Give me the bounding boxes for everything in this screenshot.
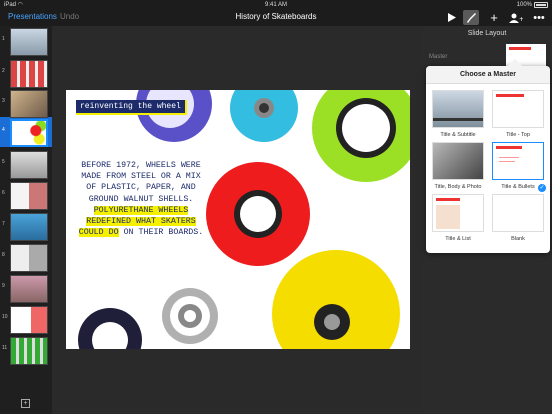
play-icon[interactable] bbox=[445, 10, 459, 25]
layout-label: Title & Bullets bbox=[501, 184, 535, 190]
layout-title-top[interactable]: Title - Top bbox=[492, 90, 544, 138]
battery-percent: 100% bbox=[516, 1, 532, 8]
layout-label: Title - Top bbox=[506, 132, 530, 138]
slide-number: 6 bbox=[2, 190, 5, 196]
battery-icon bbox=[534, 1, 548, 8]
slide-navigator: 1 2 3 4 5 6 7 8 9 10 11 + bbox=[0, 26, 52, 414]
slide-thumbnail-8[interactable] bbox=[10, 244, 48, 272]
slide-title-banner: reinventing the wheel bbox=[76, 100, 187, 115]
slide-thumbnail-2[interactable] bbox=[10, 60, 48, 88]
slide-thumbnail-7[interactable] bbox=[10, 213, 48, 241]
more-icon[interactable]: ••• bbox=[532, 10, 546, 25]
add-icon[interactable]: + bbox=[487, 10, 501, 25]
slide-number: 1 bbox=[2, 36, 5, 42]
status-bar: iPad ◠ 9:41 AM 100% bbox=[0, 0, 552, 9]
slide-thumbnail-3[interactable] bbox=[10, 90, 48, 118]
layout-label: Title, Body & Photo bbox=[434, 184, 482, 190]
layout-title-bullets[interactable]: ✓ Title & Bullets bbox=[492, 142, 546, 192]
layout-thumbnail bbox=[432, 90, 484, 128]
body-text-tail: ON THEIR BOARDS. bbox=[123, 228, 204, 238]
master-label: Master bbox=[429, 54, 448, 60]
slide-thumbnail-11[interactable] bbox=[10, 337, 48, 365]
selected-check-icon: ✓ bbox=[538, 184, 546, 192]
popover-title: Choose a Master bbox=[426, 66, 550, 84]
layout-thumbnail bbox=[432, 194, 484, 232]
slide-number: 2 bbox=[2, 68, 5, 74]
slide-number: 5 bbox=[2, 159, 5, 165]
layout-title-body-photo[interactable]: Title, Body & Photo bbox=[432, 142, 484, 190]
layout-label: Title & Subtitle bbox=[440, 132, 476, 138]
layout-thumbnail bbox=[492, 194, 544, 232]
slide-number: 7 bbox=[2, 221, 5, 227]
slide-number: 9 bbox=[2, 283, 5, 289]
current-slide[interactable]: reinventing the wheel BEFORE 1972, WHEEL… bbox=[66, 90, 410, 349]
layout-thumbnail bbox=[432, 142, 484, 180]
slide-thumbnail-10[interactable] bbox=[10, 306, 48, 334]
format-brush-icon[interactable] bbox=[463, 10, 479, 25]
slide-body-text: BEFORE 1972, WHEELS WERE MADE FROM STEEL… bbox=[76, 160, 206, 238]
layout-thumbnail bbox=[492, 90, 544, 128]
slide-thumbnail-6[interactable] bbox=[10, 182, 48, 210]
svg-text:+: + bbox=[519, 16, 523, 23]
add-slide-button[interactable]: + bbox=[21, 399, 30, 408]
body-text-plain: BEFORE 1972, WHEELS WERE MADE FROM STEEL… bbox=[81, 161, 201, 204]
battery-indicator: 100% bbox=[516, 1, 548, 8]
toolbar: Presentations Undo History of Skateboard… bbox=[0, 9, 552, 26]
slide-thumbnail-9[interactable] bbox=[10, 275, 48, 303]
layout-label: Title & List bbox=[445, 236, 471, 242]
panel-title: Slide Layout bbox=[467, 30, 507, 37]
slide-thumbnail-1[interactable] bbox=[10, 28, 48, 56]
slide-number: 11 bbox=[2, 345, 8, 351]
choose-master-popover: Choose a Master Title & Subtitle Title -… bbox=[426, 66, 550, 253]
slide-number: 8 bbox=[2, 252, 5, 258]
layout-thumbnail bbox=[492, 142, 544, 180]
layout-label: Blank bbox=[511, 236, 525, 242]
layout-blank[interactable]: Blank bbox=[492, 194, 544, 242]
status-time: 9:41 AM bbox=[264, 1, 287, 8]
slide-number: 10 bbox=[2, 314, 8, 320]
slide-canvas-area: reinventing the wheel BEFORE 1972, WHEEL… bbox=[52, 26, 422, 414]
slide-thumbnail-5[interactable] bbox=[10, 151, 48, 179]
layout-title-list[interactable]: Title & List bbox=[432, 194, 484, 242]
layout-title-subtitle[interactable]: Title & Subtitle bbox=[432, 90, 484, 138]
slide-number: 3 bbox=[2, 98, 5, 104]
slide-thumbnail-4[interactable] bbox=[10, 119, 48, 147]
slide-number: 4 bbox=[2, 127, 5, 133]
collaborate-icon[interactable]: + bbox=[508, 10, 524, 25]
